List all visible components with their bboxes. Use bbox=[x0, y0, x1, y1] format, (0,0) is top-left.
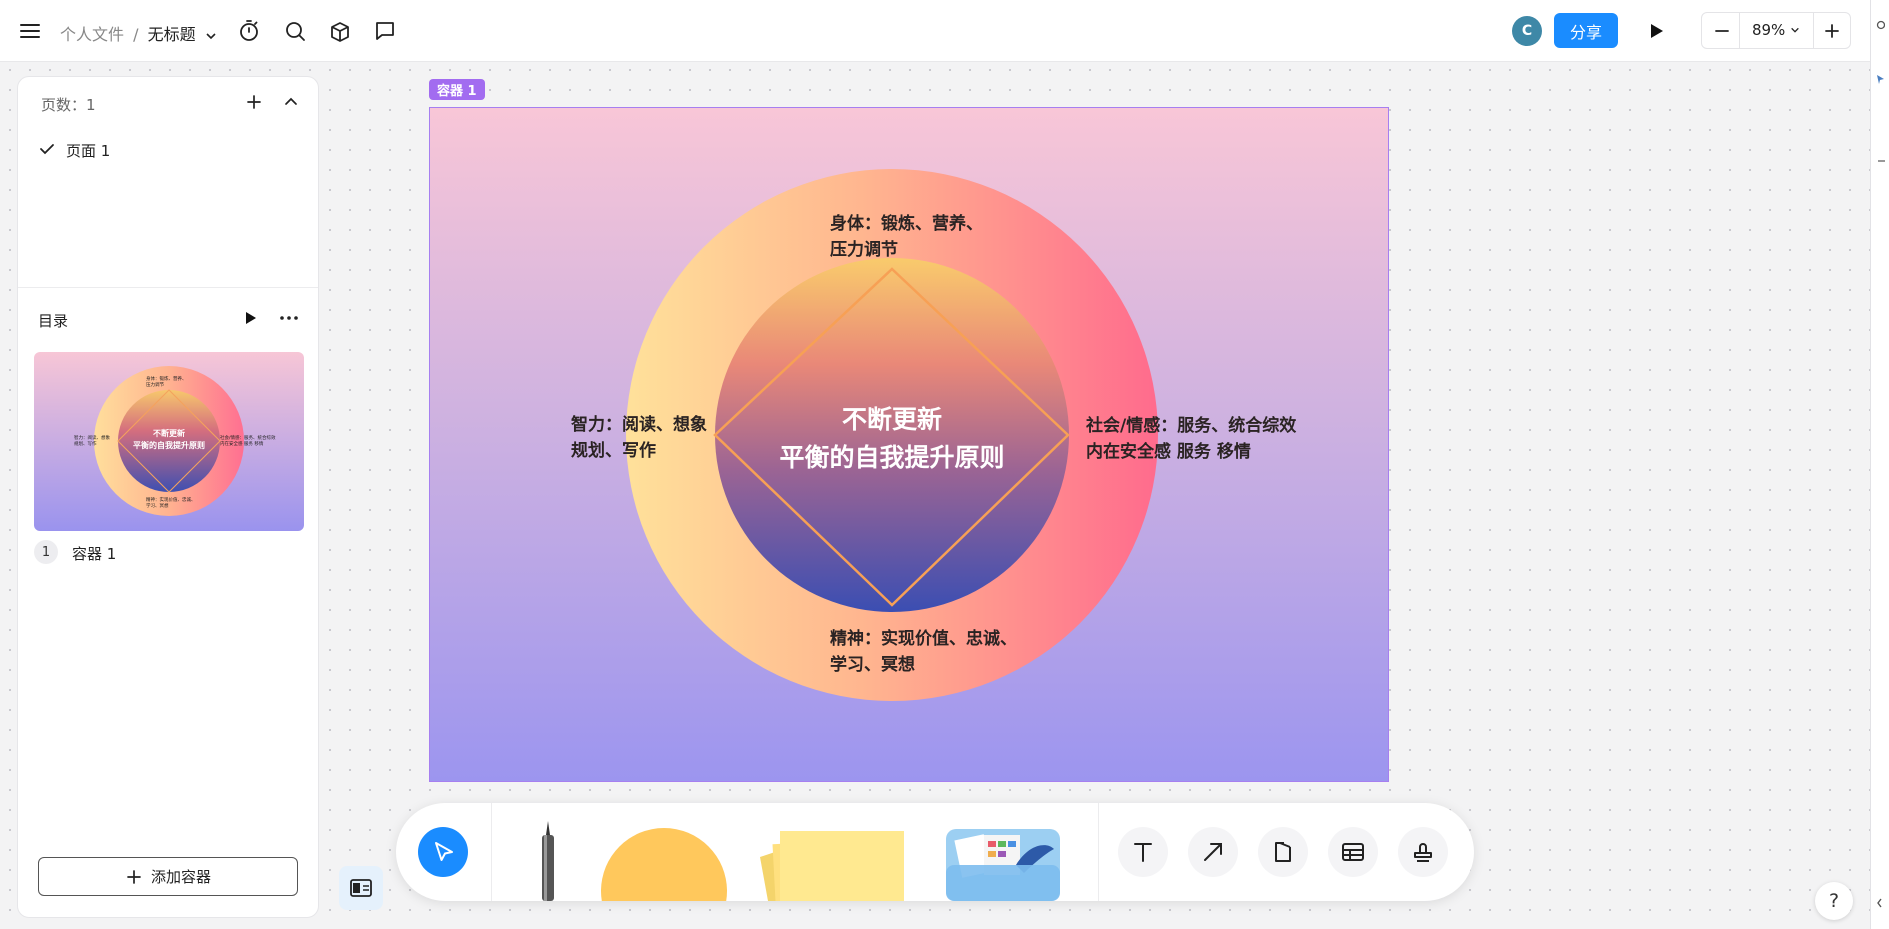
thumbnail-title-2: 平衡的自我提升原则 bbox=[133, 440, 205, 450]
thumbnail-right-1: 社会/情感：服务、统合综效 bbox=[220, 434, 276, 441]
left-label-line1: 智力：阅读、想象 bbox=[571, 415, 707, 435]
page-count: 页数：1 bbox=[41, 96, 96, 114]
bottom-label-line2: 学习、冥想 bbox=[830, 655, 915, 675]
more-icon[interactable] bbox=[279, 308, 299, 328]
doc-title[interactable]: 无标题 bbox=[148, 25, 196, 44]
menu-icon[interactable] bbox=[18, 19, 42, 43]
chevron-down-icon bbox=[1791, 27, 1799, 33]
select-tool-button[interactable] bbox=[418, 827, 468, 877]
pen-icon[interactable] bbox=[1875, 74, 1885, 84]
comment-icon[interactable] bbox=[373, 19, 397, 43]
arrow-icon bbox=[1204, 843, 1222, 861]
container-label: 容器 1 bbox=[72, 545, 117, 563]
search-icon[interactable] bbox=[283, 19, 307, 43]
share-button[interactable]: 分享 bbox=[1554, 13, 1618, 48]
toc-title: 目录 bbox=[38, 312, 69, 330]
chevron-up-icon[interactable] bbox=[281, 92, 301, 112]
connector-tool-button[interactable] bbox=[1188, 827, 1238, 877]
inner-circle[interactable] bbox=[715, 258, 1069, 612]
thumbnail-left-1: 智力：阅读、想象 bbox=[74, 434, 110, 441]
resource-folder-icon[interactable] bbox=[944, 829, 1062, 901]
frame-label[interactable]: 容器 1 bbox=[429, 79, 485, 100]
thumbnail-title-1: 不断更新 bbox=[153, 428, 185, 438]
right-label[interactable]: 社会/情感：服务、统合综效 内在安全感 服务 移情 bbox=[1086, 413, 1296, 465]
thumbnail-left-2: 规划、写作 bbox=[74, 440, 97, 447]
breadcrumb: 个人文件 / 无标题 bbox=[60, 21, 217, 45]
zoom-divider bbox=[1739, 13, 1740, 48]
right-panel-edge bbox=[1870, 0, 1889, 929]
thumbnail-bottom-2: 学习、冥想 bbox=[146, 502, 169, 509]
panel-switch-icon bbox=[350, 879, 372, 897]
avatar[interactable]: C bbox=[1512, 16, 1542, 46]
stamp-icon bbox=[1414, 843, 1432, 862]
zoom-level[interactable]: 89% bbox=[1742, 21, 1810, 39]
check-icon bbox=[40, 144, 54, 155]
zoom-in-icon[interactable] bbox=[1820, 19, 1844, 43]
search-icon[interactable] bbox=[1875, 20, 1885, 30]
divider-icon bbox=[1878, 160, 1885, 162]
table-icon bbox=[1342, 843, 1364, 861]
page-item[interactable]: 页面 1 bbox=[38, 137, 298, 163]
text-icon bbox=[1134, 843, 1152, 862]
plus-icon bbox=[127, 869, 141, 884]
container-frame[interactable]: 不断更新 平衡的自我提升原则 身体：锻炼、营养、 压力调节 智力：阅读、想象 规… bbox=[429, 107, 1389, 782]
right-label-line1: 社会/情感：服务、统合综效 bbox=[1086, 416, 1297, 436]
container-item[interactable]: 1 容器 1 bbox=[34, 540, 304, 566]
container-thumbnail[interactable]: 不断更新 平衡的自我提升原则 身体：锻炼、营养、 压力调节 智力：阅读、想象 规… bbox=[34, 352, 304, 531]
left-label-line2: 规划、写作 bbox=[571, 441, 656, 461]
zoom-out-icon[interactable] bbox=[1710, 19, 1734, 43]
panel-switch-button[interactable] bbox=[339, 866, 383, 910]
bottom-label[interactable]: 精神：实现价值、忠诚、 学习、冥想 bbox=[830, 626, 1017, 678]
center-title-line2: 平衡的自我提升原则 bbox=[779, 443, 1004, 472]
bottom-toolbar bbox=[396, 803, 1474, 901]
top-label[interactable]: 身体：锻炼、营养、 压力调节 bbox=[830, 211, 983, 263]
expand-icon[interactable] bbox=[1875, 898, 1885, 908]
thumbnail-top-2: 压力调节 bbox=[146, 381, 164, 388]
thumbnail-bottom-1: 精神：实现价值、忠诚、 bbox=[146, 496, 196, 503]
zoom-control: 89% bbox=[1701, 12, 1851, 49]
timer-icon[interactable] bbox=[237, 19, 261, 43]
shape-tool-icon[interactable] bbox=[600, 827, 728, 901]
container-index: 1 bbox=[34, 540, 58, 564]
play-icon[interactable] bbox=[240, 308, 260, 328]
chevron-down-icon[interactable] bbox=[205, 30, 217, 42]
add-container-button[interactable]: 添加容器 bbox=[38, 857, 298, 896]
thumbnail-top-1: 身体：锻炼、营养、 bbox=[146, 375, 187, 382]
add-container-label: 添加容器 bbox=[150, 868, 211, 886]
top-label-line2: 压力调节 bbox=[830, 240, 898, 260]
stamp-tool-button[interactable] bbox=[1398, 827, 1448, 877]
right-label-line2: 内在安全感 服务 移情 bbox=[1086, 442, 1251, 462]
help-button[interactable]: ? bbox=[1815, 882, 1853, 920]
center-title-line1: 不断更新 bbox=[842, 405, 942, 434]
page-sidebar: 页数：1 页面 1 目录 不断更新 平衡的自我提升原则 身体：锻炼、营养、 压力… bbox=[17, 76, 319, 918]
breadcrumb-separator: / bbox=[133, 25, 139, 44]
left-label[interactable]: 智力：阅读、想象 规划、写作 bbox=[571, 412, 707, 464]
play-icon[interactable] bbox=[1644, 19, 1668, 43]
top-label-line1: 身体：锻炼、营养、 bbox=[830, 214, 983, 234]
frame-tool-button[interactable] bbox=[1258, 827, 1308, 877]
toolbar-divider bbox=[1098, 803, 1099, 901]
cursor-icon bbox=[435, 842, 453, 861]
sidebar-divider bbox=[18, 287, 318, 288]
box-icon[interactable] bbox=[328, 19, 352, 43]
thumbnail-right-2: 内在安全感 服务 移情 bbox=[220, 440, 264, 447]
toolbar-divider bbox=[491, 803, 492, 901]
pen-tool-icon[interactable] bbox=[536, 821, 560, 901]
bottom-label-line1: 精神：实现价值、忠诚、 bbox=[830, 629, 1017, 649]
top-bar: 个人文件 / 无标题 C 分享 89% bbox=[0, 0, 1870, 62]
text-tool-button[interactable] bbox=[1118, 827, 1168, 877]
table-tool-button[interactable] bbox=[1328, 827, 1378, 877]
page-label: 页面 1 bbox=[66, 142, 111, 160]
sticky-note-tool-icon[interactable] bbox=[756, 827, 906, 901]
zoom-divider bbox=[1813, 13, 1814, 48]
frame-icon bbox=[1275, 842, 1291, 862]
add-page-icon[interactable] bbox=[244, 92, 264, 112]
breadcrumb-parent[interactable]: 个人文件 bbox=[60, 25, 124, 44]
